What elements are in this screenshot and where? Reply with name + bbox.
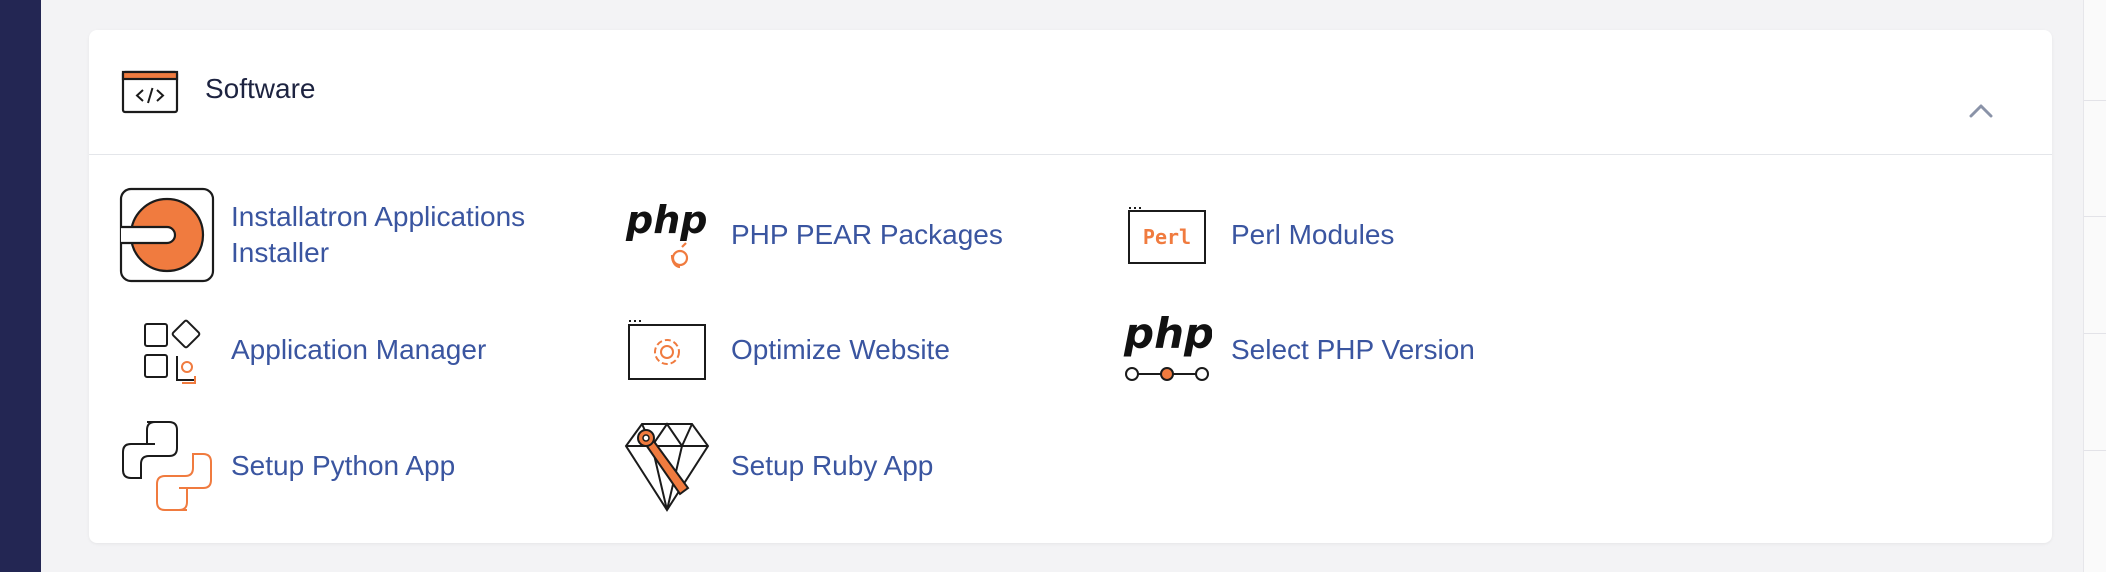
php-pear-icon: php (617, 185, 717, 285)
application-manager-link[interactable]: Application Manager (117, 300, 486, 400)
php-pear-link[interactable]: php PHP PEAR Packages (617, 185, 1003, 285)
setup-ruby-app-link[interactable]: Setup Ruby App (617, 416, 933, 516)
item-label-line1: Installatron Applications (231, 201, 526, 232)
perl-icon: Perl (1117, 185, 1217, 285)
python-icon (117, 416, 217, 516)
sidebar-rail (0, 0, 41, 572)
perl-modules-link[interactable]: Perl Perl Modules (1117, 185, 1394, 285)
ruby-icon (617, 416, 717, 516)
item-label[interactable]: Perl Modules (1231, 217, 1394, 253)
item-label[interactable]: Optimize Website (731, 332, 950, 368)
php-wordmark: php (1123, 309, 1212, 358)
chevron-up-icon[interactable] (1969, 102, 1993, 123)
item-label-line2: Installer (231, 237, 330, 268)
select-php-version-icon: php (1117, 300, 1217, 400)
setup-python-app-link[interactable]: Setup Python App (117, 416, 455, 516)
optimize-website-link[interactable]: Optimize Website (617, 300, 950, 400)
panel-header[interactable]: Software (89, 30, 2052, 155)
section-title: Software (205, 73, 316, 104)
installatron-icon (117, 185, 217, 285)
item-label[interactable]: Setup Ruby App (731, 448, 933, 484)
item-label[interactable]: Setup Python App (231, 448, 455, 484)
optimize-website-icon (617, 300, 717, 400)
svg-text:Perl: Perl (1143, 225, 1191, 249)
software-panel: Software Installatron Applications Insta… (89, 30, 2052, 543)
application-manager-icon (117, 300, 217, 400)
item-label[interactable]: Installatron Applications Installer (231, 199, 525, 271)
item-label[interactable]: PHP PEAR Packages (731, 217, 1003, 253)
right-scroll-edge (2083, 0, 2106, 572)
item-label[interactable]: Application Manager (231, 332, 486, 368)
item-label[interactable]: Select PHP Version (1231, 332, 1475, 368)
php-wordmark: php (625, 198, 707, 242)
installatron-link[interactable]: Installatron Applications Installer (117, 185, 525, 285)
code-window-icon (121, 70, 179, 119)
select-php-version-link[interactable]: php Select PHP Version (1117, 300, 1475, 400)
